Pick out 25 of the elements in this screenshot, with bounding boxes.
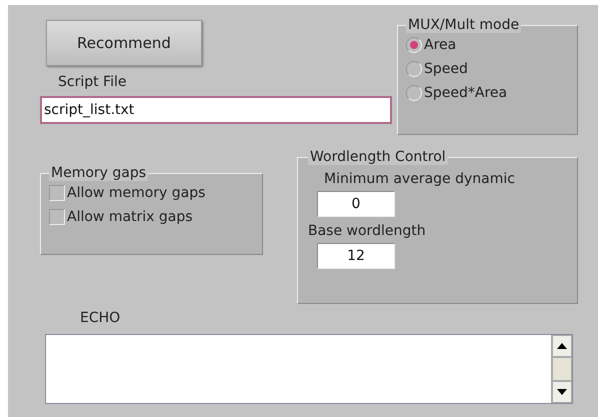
scroll-up-icon[interactable] <box>552 335 572 357</box>
radio-button[interactable] <box>406 61 422 77</box>
group-title: MUX/Mult mode <box>406 17 522 33</box>
radio-label: Area <box>424 37 456 53</box>
radio-button[interactable] <box>406 37 422 53</box>
radio-button[interactable] <box>406 85 422 101</box>
checkbox-label: Allow memory gaps <box>67 185 206 201</box>
script-file-field[interactable]: script_list.txt <box>40 96 392 124</box>
group-title: Memory gaps <box>49 165 148 181</box>
number-field[interactable]: 0 <box>317 191 395 217</box>
checkbox-label: Allow matrix gaps <box>67 209 193 225</box>
scroll-thumb[interactable] <box>552 357 572 381</box>
field-label: Base wordlength <box>308 223 426 239</box>
number-field[interactable]: 12 <box>317 243 395 269</box>
scroll-down-icon[interactable] <box>552 381 572 403</box>
radio-label: Speed*Area <box>424 85 508 101</box>
scrollbar[interactable] <box>551 335 572 403</box>
group-title: Wordlength Control <box>308 149 448 165</box>
field-label: Minimum average dynamic <box>324 171 515 187</box>
checkbox[interactable] <box>49 185 65 201</box>
radio-label: Speed <box>424 61 468 77</box>
checkbox[interactable] <box>49 209 65 225</box>
field-label: Script File <box>58 74 126 90</box>
echo-label: ECHO <box>80 310 120 326</box>
recommend-button[interactable]: Recommend <box>46 20 202 66</box>
